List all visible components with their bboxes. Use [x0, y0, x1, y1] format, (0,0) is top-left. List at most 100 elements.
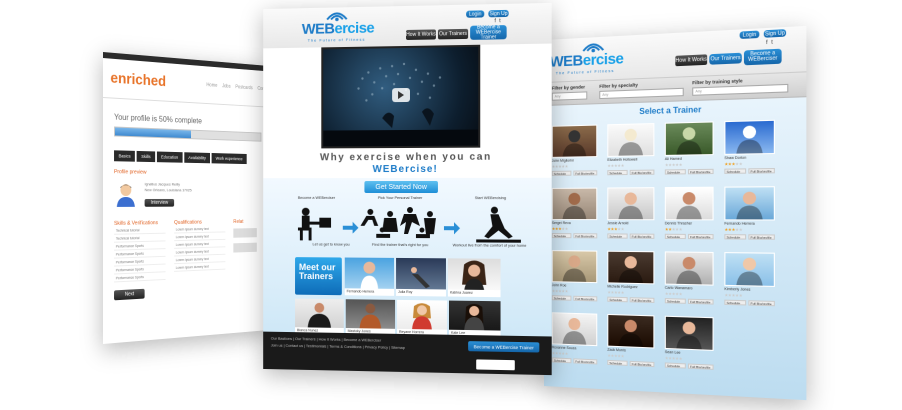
trainer-photo[interactable]	[664, 315, 714, 351]
login-button[interactable]: Login	[466, 10, 485, 18]
trainer-thumb[interactable]: Kate Lee	[448, 300, 501, 338]
trainer-name[interactable]: Michelle Rodriguez	[607, 284, 637, 289]
trainer-thumb[interactable]: Julia Roy	[396, 257, 446, 297]
profile-button[interactable]: Full Bio/profile	[687, 298, 714, 305]
nav-how-it-works[interactable]: How It Works	[405, 29, 436, 40]
trainer-card[interactable]: Jessie Arnold ★★★★★ Schedule Full Bio/profi…	[607, 187, 655, 247]
trainer-name[interactable]: Fernando Herrera	[724, 221, 754, 225]
trainer-card[interactable]: Kimberly Jones ★★★★★ Schedule Full Bio/prof…	[724, 252, 775, 315]
trainer-photo[interactable]	[607, 123, 655, 157]
schedule-button[interactable]: Schedule	[724, 168, 747, 174]
profile-button[interactable]: Full Bio/profile	[573, 170, 598, 176]
gender-select[interactable]: Any	[551, 91, 588, 101]
trainer-thumb[interactable]: Reyane Horrera	[397, 299, 447, 337]
trainer-thumb[interactable]: Mastoky Jones	[345, 299, 396, 336]
trainer-photo[interactable]	[724, 252, 775, 287]
trainer-photo[interactable]	[664, 251, 714, 286]
profile-button[interactable]: Full Bio/profile	[573, 358, 598, 365]
tab-availability[interactable]: Availability	[184, 152, 210, 164]
schedule-button[interactable]: Schedule	[724, 299, 747, 306]
trainer-name[interactable]: John Migliorini	[552, 158, 574, 162]
meet-our-trainers-banner[interactable]: Meet our Trainers	[295, 257, 342, 296]
tab-basics[interactable]: Basics	[114, 150, 136, 162]
nav-become-webercise[interactable]: Become a WEBerciser	[743, 48, 782, 66]
tab-skills[interactable]: Skills	[136, 150, 155, 163]
play-button[interactable]	[392, 87, 410, 103]
trainer-card[interactable]: Fernando Herrera ★★★★★ Schedule Full Bio/pr…	[724, 186, 775, 248]
trainer-card[interactable]: Shaw Dorion ★★★★★ Schedule Full Bio/profile	[724, 119, 775, 183]
profile-button[interactable]: Full Bio/profile	[629, 297, 655, 303]
style-select[interactable]: Any	[692, 83, 789, 96]
trainer-name[interactable]: Ali Hamed	[665, 157, 682, 161]
schedule-button[interactable]: Schedule	[664, 233, 686, 240]
trainer-name[interactable]: Dennis Thrasher	[665, 221, 692, 225]
trainer-name[interactable]: John Roe	[552, 283, 567, 287]
interview-button[interactable]: Interview	[144, 198, 175, 207]
schedule-button[interactable]: Schedule	[551, 233, 572, 239]
trainer-photo[interactable]	[664, 186, 714, 221]
trainer-photo[interactable]	[607, 187, 655, 221]
specialty-select[interactable]: Any	[599, 87, 684, 100]
schedule-button[interactable]: Schedule	[551, 295, 572, 301]
profile-button[interactable]: Full Bio/profile	[748, 167, 775, 174]
nav-our-trainers[interactable]: Our Trainers	[709, 52, 742, 65]
profile-button[interactable]: Full Bio/profile	[748, 234, 775, 240]
webercise-logo[interactable]: WEBercise	[302, 20, 374, 38]
trainer-card[interactable]: Michelle Rodriguez ★★★★★ Schedule Full Bio/…	[607, 250, 655, 312]
trainer-card[interactable]: Roxanne Souza ★★★★★ Schedule Full Bio/profi…	[551, 312, 598, 372]
profile-button[interactable]: Full Bio/profile	[629, 360, 655, 368]
profile-button[interactable]: Full Bio/profile	[687, 363, 714, 370]
trainer-card[interactable]: Carlo Wanamaro ★★★★★ Schedule Full Bio/prof…	[664, 251, 714, 313]
tab-education[interactable]: Education	[156, 151, 183, 163]
trainer-photo[interactable]	[551, 250, 598, 284]
trainer-name[interactable]: Carlo Wanamaro	[665, 286, 693, 291]
intro-video[interactable]	[321, 44, 481, 149]
nav-our-trainers[interactable]: Our Trainers	[437, 28, 469, 40]
trainer-name[interactable]: Sean Lee	[665, 350, 681, 355]
profile-button[interactable]: Full Bio/profile	[687, 168, 714, 175]
schedule-button[interactable]: Schedule	[664, 298, 686, 304]
nav-jobs[interactable]: Jobs	[222, 83, 230, 89]
profile-button[interactable]: Full Bio/profile	[748, 300, 775, 307]
trainer-card[interactable]: Ali Hamed ★★★★★ Schedule Full Bio/profile	[664, 121, 714, 183]
login-button[interactable]: Login	[739, 30, 760, 40]
enriched-logo[interactable]: enriched	[110, 70, 166, 91]
nav-home[interactable]: Home	[206, 82, 217, 88]
trainer-name[interactable]: Jessie Arnold	[607, 221, 628, 225]
trainer-photo[interactable]	[551, 124, 598, 158]
trainer-photo[interactable]	[551, 187, 598, 221]
trainer-card[interactable]: Elizabeth Hollowell ★★★★★ Schedule Full Bio…	[607, 123, 655, 183]
profile-button[interactable]: Full Bio/profile	[687, 233, 714, 240]
profile-button[interactable]: Full Bio/profile	[573, 295, 598, 302]
trainer-name[interactable]: Sergei Reva	[552, 221, 571, 225]
nav-become-trainer[interactable]: Become a WEBercise Trainer	[470, 25, 507, 40]
trainer-photo[interactable]	[607, 313, 655, 349]
trainer-thumb[interactable]: Katrina Juarez	[447, 258, 501, 298]
profile-button[interactable]: Full Bio/profile	[573, 233, 598, 239]
trainer-name[interactable]: Shaw Dorion	[724, 156, 746, 161]
trainer-card[interactable]: Sergei Reva ★★★★★ Schedule Full Bio/profile	[551, 187, 598, 247]
trainer-card[interactable]: Zack Morris ★★★★★ Schedule Full Bio/profile	[607, 313, 655, 375]
trainer-card[interactable]: Dennis Thrasher ★★★★★ Schedule Full Bio/pro…	[664, 186, 714, 248]
profile-button[interactable]: Full Bio/profile	[629, 169, 655, 176]
profile-button[interactable]: Full Bio/profile	[629, 233, 655, 239]
schedule-button[interactable]: Schedule	[551, 170, 572, 176]
trainer-photo[interactable]	[724, 119, 775, 155]
trainer-photo[interactable]	[724, 186, 775, 221]
schedule-button[interactable]: Schedule	[551, 357, 572, 364]
signup-button[interactable]: Sign Up	[763, 29, 787, 38]
social-icons[interactable]: f t	[766, 39, 774, 46]
nav-postcards[interactable]: Postcards	[235, 84, 252, 91]
trainer-card[interactable]: John Migliorini ★★★★★ Schedule Full Bio/pro…	[551, 124, 598, 184]
schedule-button[interactable]: Schedule	[664, 362, 686, 369]
trainer-name[interactable]: Kimberly Jones	[724, 287, 750, 292]
get-started-banner[interactable]: Get Started Now	[364, 180, 438, 194]
trainer-thumb[interactable]: Fernando Herrera	[344, 257, 395, 296]
trainer-card[interactable]: Sean Lee ★★★★★ Schedule Full Bio/profile	[664, 315, 714, 379]
schedule-button[interactable]: Schedule	[607, 233, 628, 239]
trainer-thumb[interactable]: Bianca Nunez	[295, 298, 344, 335]
schedule-button[interactable]: Schedule	[607, 296, 628, 303]
social-icons[interactable]: f t	[494, 18, 501, 24]
trainer-photo[interactable]	[551, 312, 598, 347]
next-button[interactable]: Next	[114, 288, 145, 301]
